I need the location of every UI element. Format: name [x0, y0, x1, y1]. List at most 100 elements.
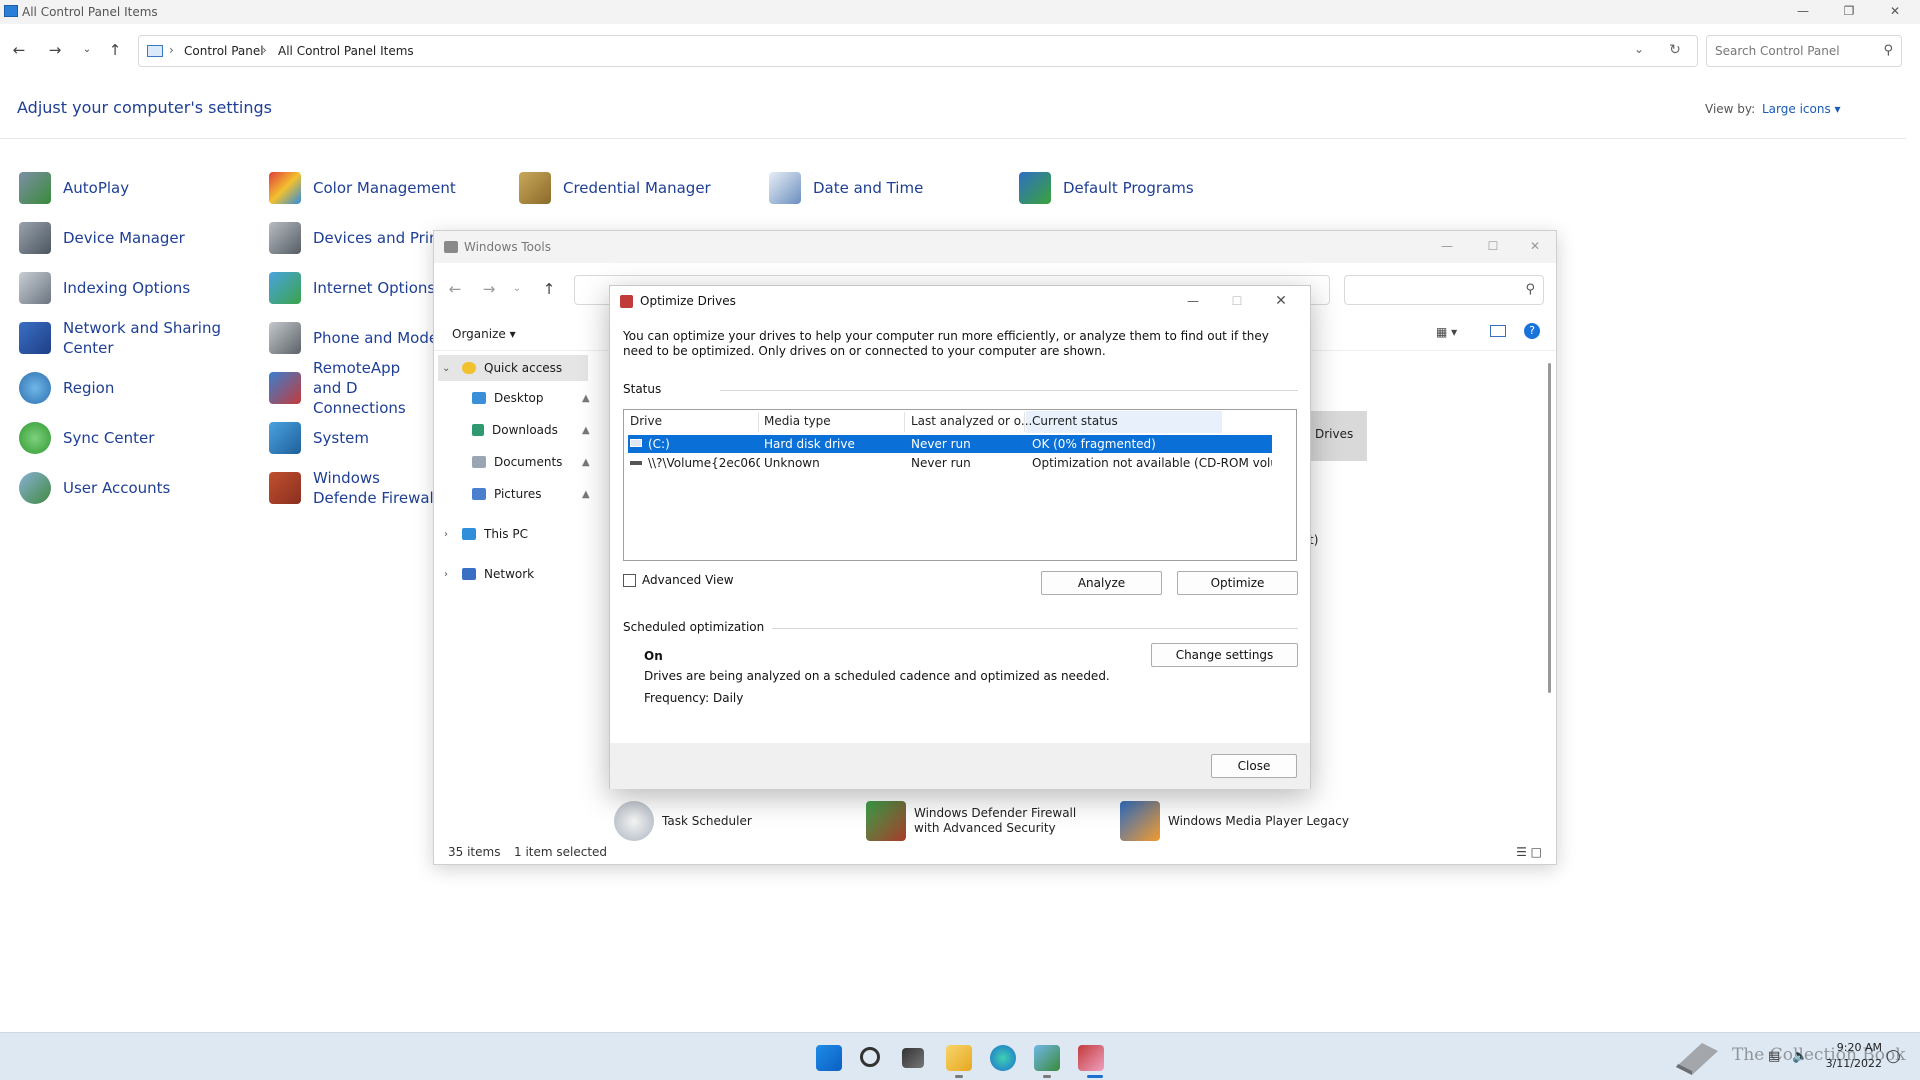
cp-item-device-manager[interactable]: Device Manager: [19, 218, 185, 258]
defrag-icon[interactable]: [1078, 1045, 1104, 1071]
refresh-icon[interactable]: ↻: [1665, 42, 1685, 62]
minimize-button[interactable]: —: [1424, 235, 1470, 259]
firewall-icon: [269, 472, 301, 504]
search-control-panel-input[interactable]: Search Control Panel ⚲: [1706, 35, 1902, 67]
cp-item-credential-manager[interactable]: Credential Manager: [519, 168, 711, 208]
cp-item-sync-center[interactable]: Sync Center: [19, 418, 154, 458]
up-icon[interactable]: ↑: [104, 40, 126, 60]
cp-item-system[interactable]: System: [269, 418, 369, 458]
column-current-status[interactable]: Current status: [1032, 414, 1118, 432]
cp-item-color-management[interactable]: Color Management: [269, 168, 456, 208]
drive-name: (C:): [648, 437, 670, 451]
up-icon[interactable]: ↑: [538, 279, 560, 299]
cp-item-default-programs[interactable]: Default Programs: [1019, 168, 1194, 208]
volume-icon: [630, 461, 642, 465]
task-view-icon[interactable]: [902, 1048, 924, 1068]
navigation-pane: ⌄ Quick access Desktop ▲ Downloads ▲ Doc…: [434, 355, 592, 825]
change-view-icon[interactable]: ▦ ▾: [1436, 325, 1457, 339]
close-dialog-button[interactable]: Close: [1211, 754, 1297, 778]
optimize-button[interactable]: Optimize: [1177, 571, 1298, 595]
internet-options-icon: [269, 272, 301, 304]
search-icon[interactable]: [860, 1047, 880, 1067]
notification-icon[interactable]: ◯: [1886, 1049, 1901, 1064]
pin-icon[interactable]: ▲: [582, 425, 590, 436]
view-by-dropdown[interactable]: Large icons ▾: [1762, 102, 1841, 116]
drive-row[interactable]: \\?\Volume{2ec060... Unknown Never run O…: [628, 454, 1272, 472]
start-icon[interactable]: [816, 1045, 842, 1071]
pin-icon[interactable]: ▲: [582, 393, 590, 404]
checkbox-box[interactable]: [623, 573, 636, 587]
back-icon[interactable]: ←: [444, 279, 466, 299]
pin-icon[interactable]: ▲: [582, 489, 590, 500]
edge-icon[interactable]: [990, 1045, 1016, 1071]
column-separator[interactable]: [904, 412, 905, 432]
advanced-view-checkbox[interactable]: Advanced View: [623, 573, 734, 587]
clock-time[interactable]: 9:20 AM: [1832, 1041, 1882, 1054]
breadcrumb-all-items[interactable]: All Control Panel Items: [278, 44, 414, 58]
organize-button[interactable]: Organize ▾: [452, 327, 516, 341]
cp-item-devices-printers[interactable]: Devices and Print: [269, 218, 444, 258]
control-panel-icon[interactable]: [1034, 1045, 1060, 1071]
cp-item-autoplay[interactable]: AutoPlay: [19, 168, 129, 208]
drive-row[interactable]: (C:) Hard disk drive Never run OK (0% fr…: [628, 435, 1272, 453]
cp-item-indexing-options[interactable]: Indexing Options: [19, 268, 190, 308]
minimize-button[interactable]: —: [1780, 0, 1826, 24]
forward-icon[interactable]: →: [478, 279, 500, 299]
column-drive[interactable]: Drive: [630, 414, 662, 432]
restore-button[interactable]: ❐: [1826, 0, 1872, 24]
cp-item-internet-options[interactable]: Internet Options: [269, 268, 435, 308]
breadcrumb-control-panel[interactable]: Control Panel: [184, 44, 264, 58]
address-bar[interactable]: › Control Panel › All Control Panel Item…: [138, 35, 1698, 67]
nav-downloads[interactable]: Downloads ▲: [472, 417, 592, 443]
organize-label: Organize: [452, 327, 506, 341]
minimize-button[interactable]: —: [1170, 290, 1216, 314]
column-last-analyzed[interactable]: Last analyzed or o...: [911, 414, 1032, 432]
cp-item-region[interactable]: Region: [19, 368, 114, 408]
tool-task-scheduler[interactable]: Task Scheduler: [614, 801, 752, 841]
nav-quick-access[interactable]: ⌄ Quick access: [438, 355, 588, 381]
cp-item-phone-modem[interactable]: Phone and Moder: [269, 318, 444, 358]
nav-network[interactable]: › Network: [438, 561, 588, 587]
tool-media-player[interactable]: Windows Media Player Legacy: [1120, 801, 1349, 841]
tool-firewall-advanced[interactable]: Windows Defender Firewall with Advanced …: [866, 801, 1094, 841]
help-icon[interactable]: ?: [1524, 323, 1540, 339]
nav-pictures[interactable]: Pictures ▲: [472, 481, 592, 507]
column-media-type[interactable]: Media type: [764, 414, 831, 432]
back-icon[interactable]: ←: [8, 40, 30, 60]
maximize-button[interactable]: ☐: [1470, 235, 1516, 259]
nav-this-pc[interactable]: › This PC: [438, 521, 588, 547]
recent-locations-icon[interactable]: ⌄: [76, 40, 98, 60]
region-icon: [19, 372, 51, 404]
nav-desktop[interactable]: Desktop ▲: [472, 385, 592, 411]
search-input[interactable]: ⚲: [1344, 275, 1544, 305]
close-button[interactable]: ✕: [1258, 290, 1304, 314]
cp-item-user-accounts[interactable]: User Accounts: [19, 468, 170, 508]
cp-item-remoteapp[interactable]: RemoteApp and D Connections: [269, 359, 433, 417]
date-time-icon: [769, 172, 801, 204]
column-separator[interactable]: [1024, 412, 1025, 432]
pin-icon[interactable]: ▲: [582, 457, 590, 468]
volume-tray-icon[interactable]: 🔈: [1792, 1049, 1808, 1064]
drives-list[interactable]: Drive Media type Last analyzed or o... C…: [623, 409, 1297, 561]
close-button[interactable]: ✕: [1872, 0, 1918, 24]
selected-item-tile[interactable]: Drives: [1311, 411, 1367, 461]
nav-documents[interactable]: Documents ▲: [472, 449, 592, 475]
preview-pane-icon[interactable]: [1490, 325, 1506, 337]
file-explorer-icon[interactable]: [946, 1045, 972, 1071]
scrollbar[interactable]: [1548, 363, 1551, 693]
column-separator[interactable]: [758, 412, 759, 432]
cp-item-date-time[interactable]: Date and Time: [769, 168, 923, 208]
cp-item-network-sharing[interactable]: Network and Sharing Center: [19, 318, 223, 358]
cp-item-windows-defender-firewall[interactable]: Windows Defende Firewall: [269, 468, 443, 508]
change-settings-button[interactable]: Change settings: [1151, 643, 1298, 667]
sync-icon: [19, 422, 51, 454]
address-dropdown-icon[interactable]: ⌄: [1629, 42, 1649, 62]
close-button[interactable]: ✕: [1512, 235, 1558, 259]
nav-label: Documents: [494, 455, 563, 469]
analyze-button[interactable]: Analyze: [1041, 571, 1162, 595]
forward-icon[interactable]: →: [44, 40, 66, 60]
network-tray-icon[interactable]: ▤: [1768, 1049, 1780, 1064]
view-toggle-icons[interactable]: ☰ □: [1516, 845, 1542, 859]
recent-locations-icon[interactable]: ⌄: [506, 279, 528, 299]
clock-date[interactable]: 3/11/2022: [1820, 1057, 1882, 1070]
